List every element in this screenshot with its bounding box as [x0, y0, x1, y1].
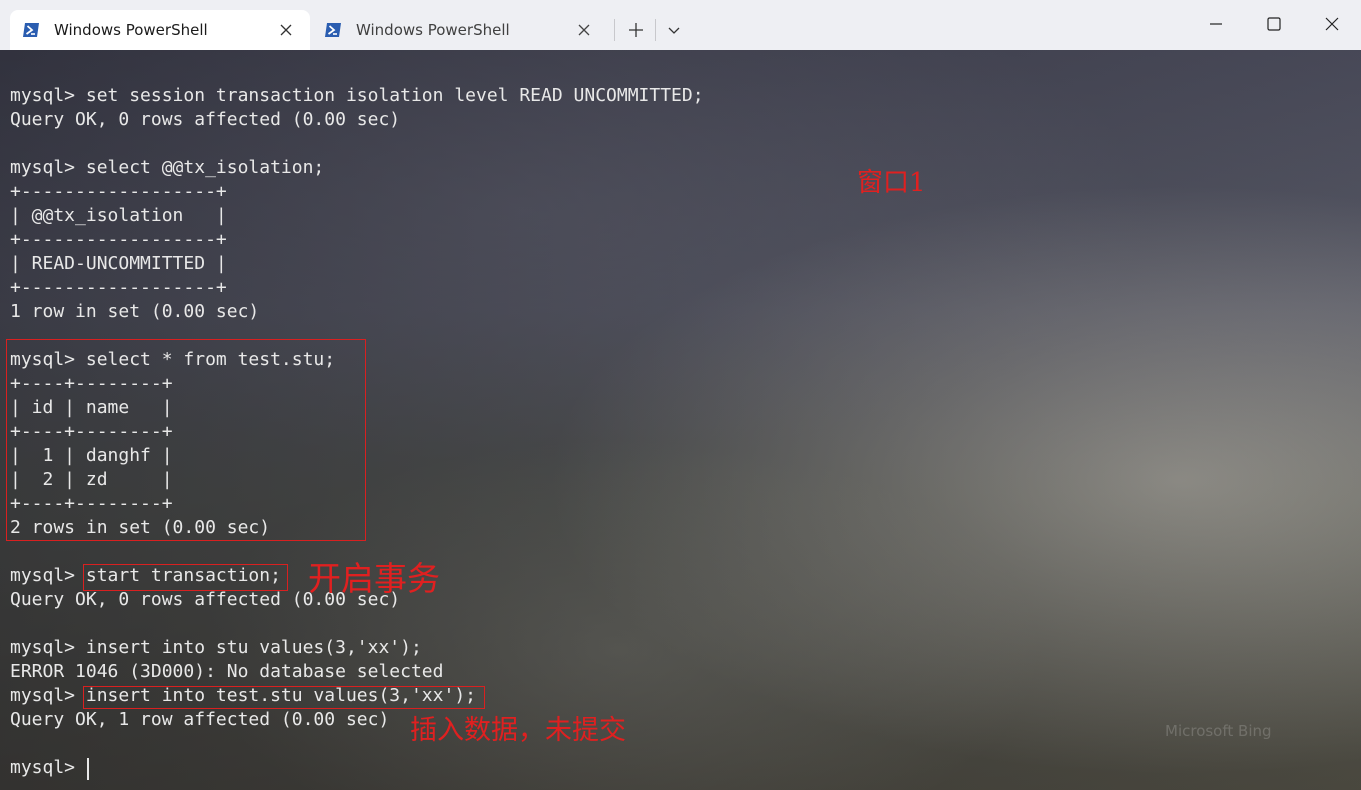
title-bar: Windows PowerShell Windows PowerShell — [0, 0, 1361, 50]
annotation-start-transaction: 开启事务 — [308, 559, 440, 598]
terminal-line: mysql> insert into stu values(3,'xx'); — [10, 637, 422, 658]
powershell-icon — [23, 23, 39, 37]
tab-divider — [614, 19, 615, 41]
terminal-line: +------------------+ — [10, 181, 227, 202]
terminal-line: | @@tx_isolation | — [10, 205, 227, 226]
tab-powershell-1[interactable]: Windows PowerShell — [10, 10, 310, 50]
annotation-box-select — [6, 339, 366, 541]
terminal-line: mysql> — [10, 757, 86, 778]
terminal-line: mysql> select @@tx_isolation; — [10, 157, 325, 178]
tab-powershell-2[interactable]: Windows PowerShell — [312, 10, 608, 50]
powershell-icon — [325, 23, 341, 37]
annotation-insert-uncommitted: 插入数据，未提交 — [410, 715, 626, 746]
chevron-down-icon[interactable] — [664, 20, 684, 40]
terminal-line: +------------------+ — [10, 229, 227, 250]
terminal-line: +------------------+ — [10, 277, 227, 298]
tab-divider — [655, 19, 656, 41]
minimize-icon[interactable] — [1204, 12, 1228, 36]
annotation-box-start-transaction — [83, 564, 288, 591]
terminal-line: Query OK, 0 rows affected (0.00 sec) — [10, 109, 401, 130]
tab-title: Windows PowerShell — [356, 21, 510, 39]
close-tab-icon[interactable] — [576, 22, 592, 38]
terminal-window: Windows PowerShell Windows PowerShell my… — [0, 0, 1361, 790]
annotation-box-insert — [83, 686, 485, 709]
terminal-line: 1 row in set (0.00 sec) — [10, 301, 260, 322]
maximize-icon[interactable] — [1262, 12, 1286, 36]
annotation-window-label: 窗口1 — [857, 168, 926, 198]
terminal-output[interactable]: mysql> set session transaction isolation… — [0, 50, 1361, 790]
new-tab-icon[interactable] — [626, 20, 646, 40]
close-window-icon[interactable] — [1320, 12, 1344, 36]
close-tab-icon[interactable] — [278, 22, 294, 38]
terminal-line: ERROR 1046 (3D000): No database selected — [10, 661, 444, 682]
text-cursor — [87, 758, 89, 780]
bing-watermark: Microsoft Bing — [1165, 722, 1272, 740]
terminal-line: mysql> set session transaction isolation… — [10, 85, 704, 106]
terminal-line: | READ-UNCOMMITTED | — [10, 253, 227, 274]
tab-title: Windows PowerShell — [54, 21, 208, 39]
